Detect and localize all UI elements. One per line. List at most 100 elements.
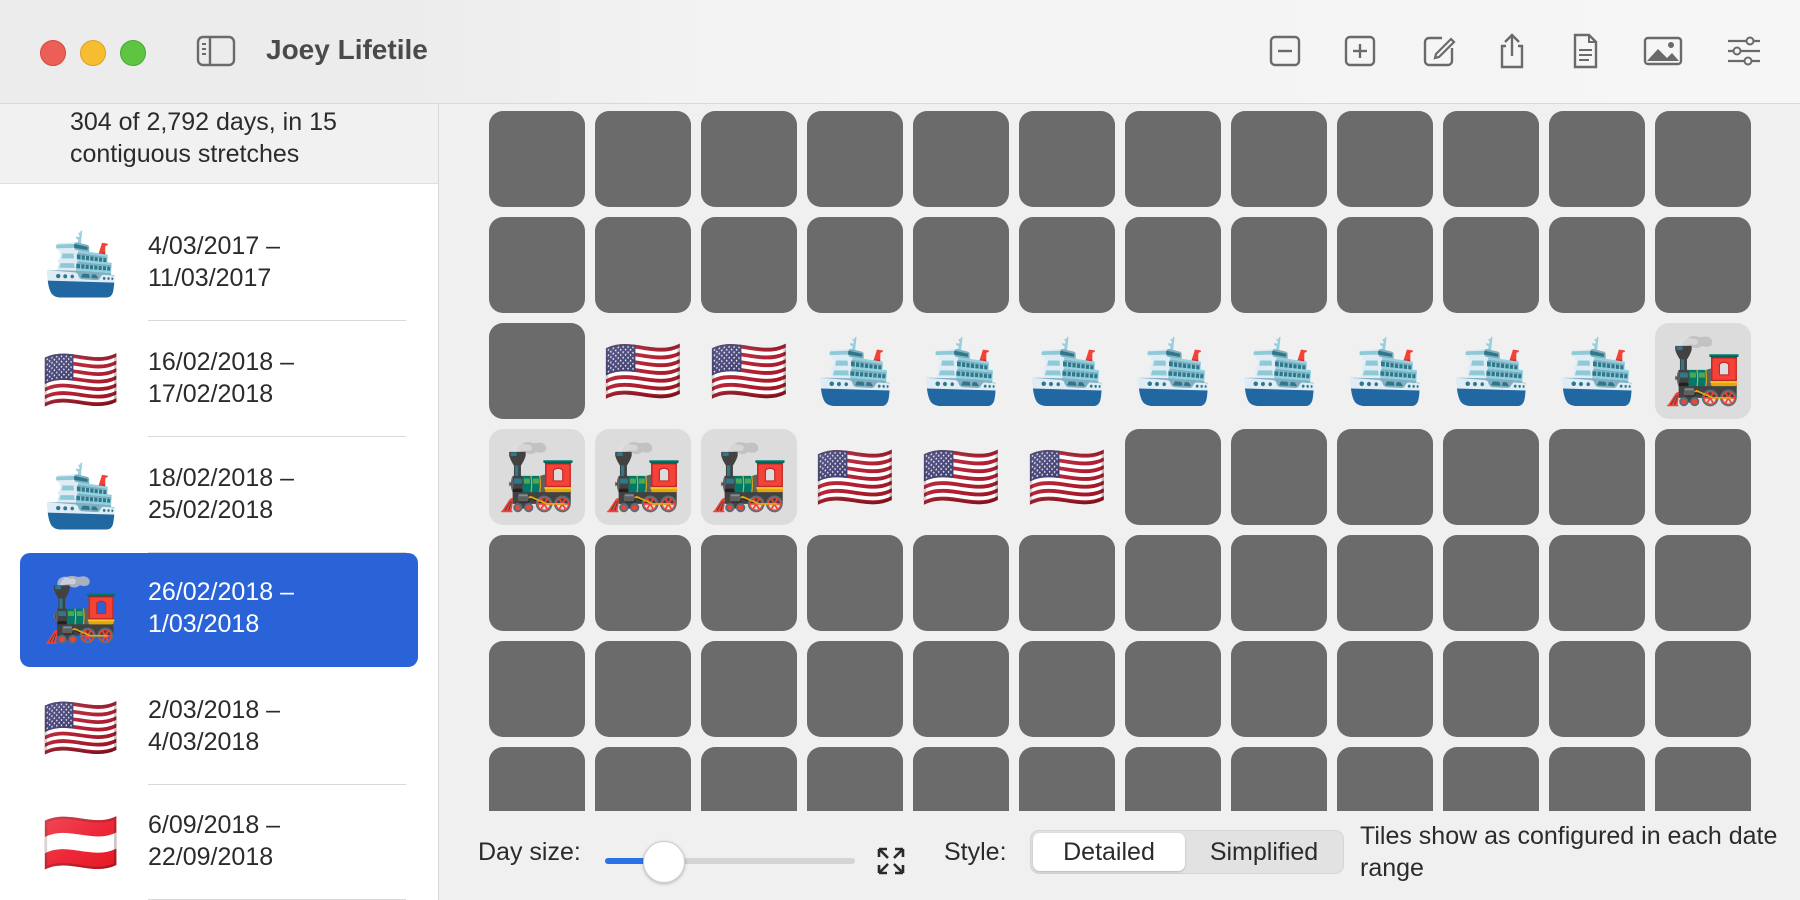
empty-day-tile[interactable]	[489, 323, 585, 419]
day-tile[interactable]: 🛳️	[807, 323, 903, 419]
empty-day-tile[interactable]	[1125, 535, 1221, 631]
empty-day-tile[interactable]	[1337, 217, 1433, 313]
empty-day-tile[interactable]	[1443, 747, 1539, 811]
empty-day-tile[interactable]	[1655, 535, 1751, 631]
empty-day-tile[interactable]	[701, 217, 797, 313]
day-tile[interactable]: 🇺🇸	[913, 429, 1009, 525]
empty-day-tile[interactable]	[913, 111, 1009, 207]
zoom-in-button[interactable]	[1339, 30, 1381, 72]
day-tile[interactable]: 🚂	[701, 429, 797, 525]
empty-day-tile[interactable]	[595, 535, 691, 631]
style-detailed-option[interactable]: Detailed	[1033, 833, 1185, 871]
empty-day-tile[interactable]	[1655, 641, 1751, 737]
zoom-out-button[interactable]	[1264, 30, 1306, 72]
share-button[interactable]	[1491, 30, 1533, 72]
image-button[interactable]	[1642, 30, 1684, 72]
day-tile[interactable]: 🛳️	[1231, 323, 1327, 419]
empty-day-tile[interactable]	[1549, 535, 1645, 631]
empty-day-tile[interactable]	[1231, 641, 1327, 737]
empty-day-tile[interactable]	[913, 217, 1009, 313]
empty-day-tile[interactable]	[595, 111, 691, 207]
empty-day-tile[interactable]	[595, 641, 691, 737]
empty-day-tile[interactable]	[701, 641, 797, 737]
day-tile[interactable]: 🛳️	[1443, 323, 1539, 419]
empty-day-tile[interactable]	[489, 217, 585, 313]
empty-day-tile[interactable]	[1231, 747, 1327, 811]
empty-day-tile[interactable]	[701, 747, 797, 811]
sidebar-toggle-button[interactable]	[196, 34, 236, 68]
empty-day-tile[interactable]	[1019, 111, 1115, 207]
empty-day-tile[interactable]	[807, 535, 903, 631]
empty-day-tile[interactable]	[807, 641, 903, 737]
empty-day-tile[interactable]	[1443, 535, 1539, 631]
empty-day-tile[interactable]	[1337, 535, 1433, 631]
empty-day-tile[interactable]	[489, 111, 585, 207]
day-tile[interactable]: 🚂	[489, 429, 585, 525]
day-tile[interactable]: 🇺🇸	[1019, 429, 1115, 525]
day-tile[interactable]: 🇺🇸	[701, 323, 797, 419]
empty-day-tile[interactable]	[807, 747, 903, 811]
day-tile[interactable]: 🚂	[1655, 323, 1751, 419]
day-tile[interactable]: 🛳️	[1019, 323, 1115, 419]
empty-day-tile[interactable]	[1655, 217, 1751, 313]
day-tile[interactable]: 🇺🇸	[595, 323, 691, 419]
date-range-item[interactable]: 🇺🇸 16/02/2018 – 17/02/2018	[20, 323, 418, 437]
empty-day-tile[interactable]	[913, 641, 1009, 737]
day-tile[interactable]: 🛳️	[913, 323, 1009, 419]
empty-day-tile[interactable]	[1337, 429, 1433, 525]
fit-to-window-button[interactable]	[873, 843, 909, 879]
empty-day-tile[interactable]	[1655, 429, 1751, 525]
date-range-item[interactable]: 🇺🇸 2/03/2018 – 4/03/2018	[20, 671, 418, 785]
document-button[interactable]	[1564, 30, 1606, 72]
empty-day-tile[interactable]	[1125, 111, 1221, 207]
empty-day-tile[interactable]	[1443, 641, 1539, 737]
empty-day-tile[interactable]	[1443, 111, 1539, 207]
empty-day-tile[interactable]	[1125, 747, 1221, 811]
zoom-window-button[interactable]	[120, 40, 146, 66]
empty-day-tile[interactable]	[1231, 535, 1327, 631]
empty-day-tile[interactable]	[1549, 747, 1645, 811]
empty-day-tile[interactable]	[1443, 429, 1539, 525]
day-tile[interactable]: 🛳️	[1337, 323, 1433, 419]
empty-day-tile[interactable]	[913, 747, 1009, 811]
style-simplified-option[interactable]: Simplified	[1187, 833, 1341, 871]
empty-day-tile[interactable]	[489, 535, 585, 631]
empty-day-tile[interactable]	[701, 111, 797, 207]
day-tile[interactable]: 🛳️	[1549, 323, 1645, 419]
day-tile[interactable]: 🚂	[595, 429, 691, 525]
empty-day-tile[interactable]	[1125, 641, 1221, 737]
empty-day-tile[interactable]	[1125, 217, 1221, 313]
empty-day-tile[interactable]	[595, 747, 691, 811]
empty-day-tile[interactable]	[595, 217, 691, 313]
empty-day-tile[interactable]	[913, 535, 1009, 631]
empty-day-tile[interactable]	[1231, 217, 1327, 313]
empty-day-tile[interactable]	[1549, 111, 1645, 207]
empty-day-tile[interactable]	[1019, 535, 1115, 631]
empty-day-tile[interactable]	[1019, 217, 1115, 313]
empty-day-tile[interactable]	[1337, 747, 1433, 811]
empty-day-tile[interactable]	[1655, 111, 1751, 207]
day-tile[interactable]: 🇺🇸	[807, 429, 903, 525]
empty-day-tile[interactable]	[1443, 217, 1539, 313]
close-window-button[interactable]	[40, 40, 66, 66]
empty-day-tile[interactable]	[701, 535, 797, 631]
empty-day-tile[interactable]	[807, 217, 903, 313]
empty-day-tile[interactable]	[1019, 641, 1115, 737]
empty-day-tile[interactable]	[1019, 747, 1115, 811]
edit-button[interactable]	[1418, 30, 1460, 72]
empty-day-tile[interactable]	[1337, 641, 1433, 737]
empty-day-tile[interactable]	[1231, 111, 1327, 207]
empty-day-tile[interactable]	[1231, 429, 1327, 525]
day-size-slider-knob[interactable]	[642, 841, 685, 883]
empty-day-tile[interactable]	[1337, 111, 1433, 207]
date-range-item[interactable]: 🇦🇹 6/09/2018 – 22/09/2018	[20, 786, 418, 900]
empty-day-tile[interactable]	[1655, 747, 1751, 811]
settings-button[interactable]	[1723, 30, 1765, 72]
empty-day-tile[interactable]	[1549, 641, 1645, 737]
date-range-item[interactable]: 🛳️ 18/02/2018 – 25/02/2018	[20, 439, 418, 553]
minimize-window-button[interactable]	[80, 40, 106, 66]
empty-day-tile[interactable]	[489, 641, 585, 737]
empty-day-tile[interactable]	[489, 747, 585, 811]
empty-day-tile[interactable]	[1549, 429, 1645, 525]
empty-day-tile[interactable]	[1549, 217, 1645, 313]
